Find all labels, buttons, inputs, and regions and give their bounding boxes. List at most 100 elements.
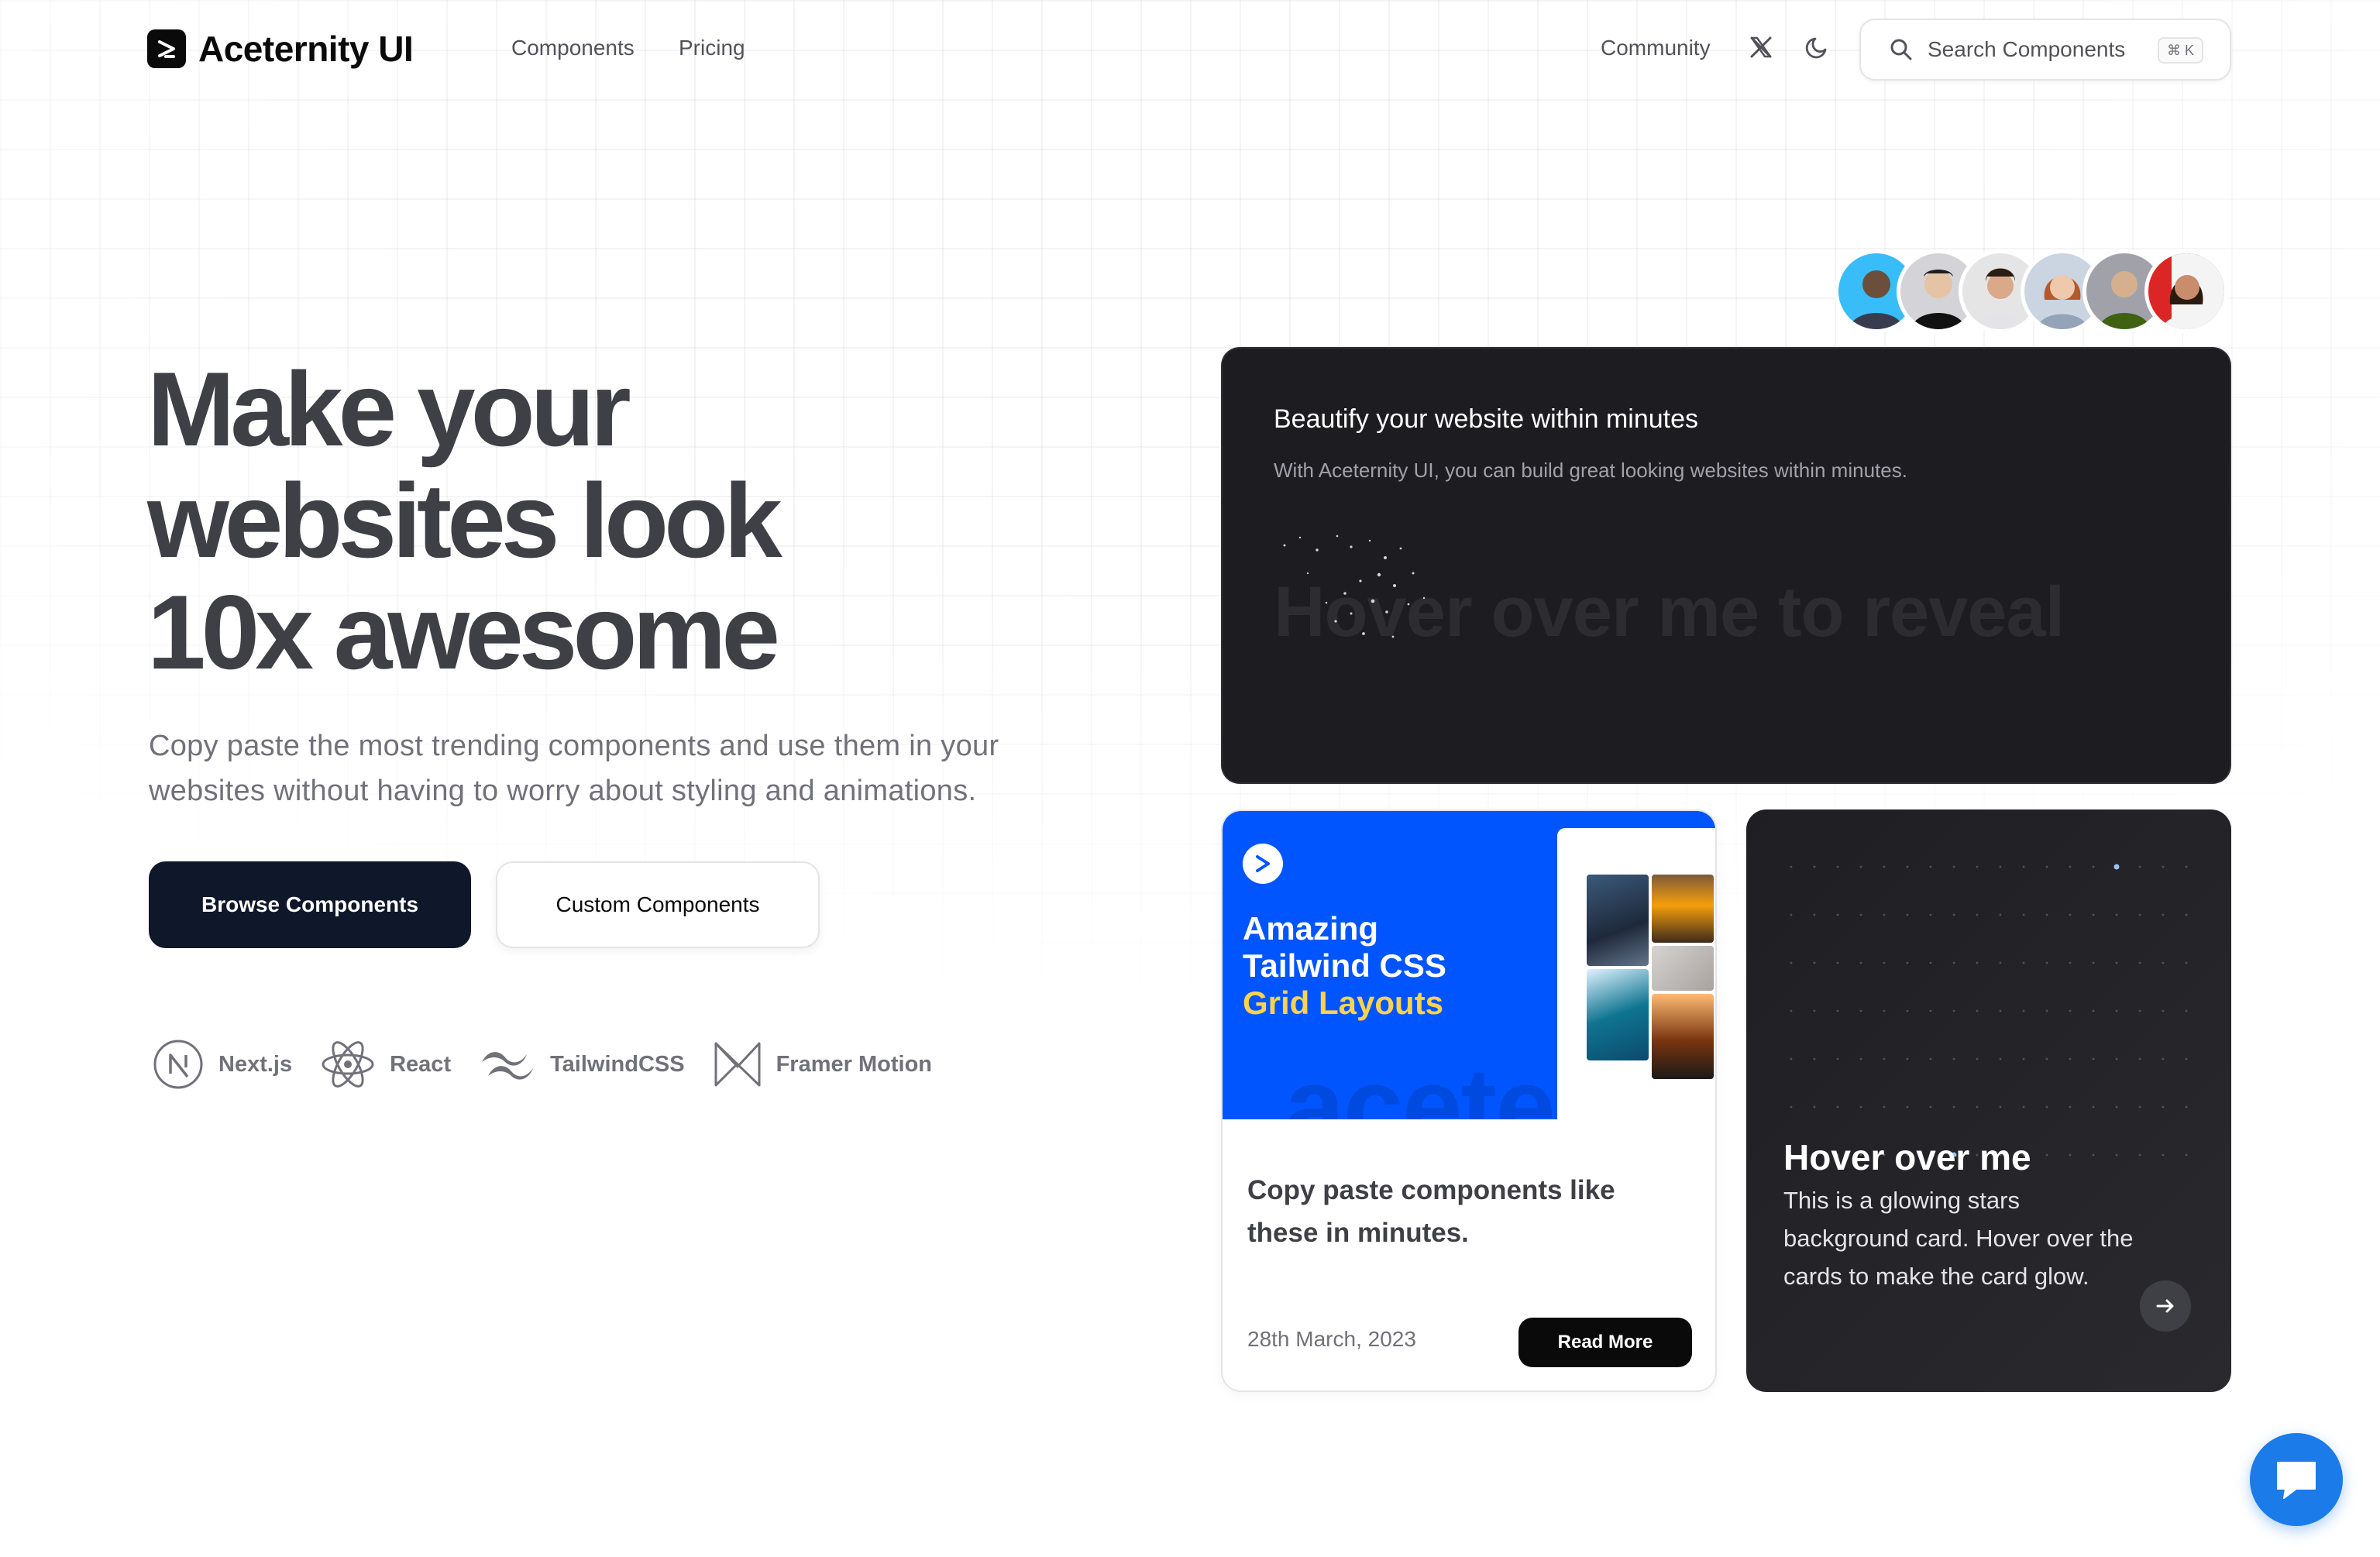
star-dot — [2022, 961, 2025, 964]
search-icon — [1890, 39, 1912, 60]
star-dot — [1929, 1057, 1932, 1060]
star-dot — [2138, 1105, 2141, 1108]
browse-components-button[interactable]: Browse Components — [149, 861, 471, 948]
blog-card[interactable]: Amazing Tailwind CSS Grid Layouts acete … — [1221, 809, 1717, 1392]
hero-title-line: websites look — [147, 462, 782, 579]
gallery-photo — [1652, 994, 1714, 1079]
star-dot — [1813, 1105, 1816, 1108]
star-dot — [2045, 961, 2048, 964]
star-dot — [1836, 913, 1839, 916]
blog-card-title: Copy paste components like these in minu… — [1247, 1175, 1615, 1248]
star-dot — [1790, 913, 1793, 916]
star-dot — [1906, 913, 1909, 916]
star-dot — [1999, 961, 2002, 964]
star-dot — [2162, 1009, 2165, 1012]
nav-link-pricing[interactable]: Pricing — [679, 36, 745, 60]
star-dot — [1976, 865, 1979, 868]
star-dot — [2069, 865, 2072, 868]
page: Aceternity UI Components Pricing Communi… — [0, 0, 2380, 1557]
avatar-group — [1835, 249, 2228, 333]
star-dot — [2022, 1057, 2025, 1060]
star-dot — [2138, 913, 2141, 916]
star-dot — [1836, 865, 1839, 868]
star-dot — [2045, 1057, 2048, 1060]
star-dot — [1883, 913, 1886, 916]
tech-react: React — [320, 1038, 451, 1091]
star-dot — [1859, 1057, 1862, 1060]
star-dot — [1952, 1057, 1955, 1060]
sparkles-decoration — [1283, 534, 1426, 638]
star-dot — [2069, 1057, 2072, 1060]
star-dot — [1929, 913, 1932, 916]
arrow-right-icon[interactable] — [2140, 1280, 2191, 1332]
star-dot — [1976, 913, 1979, 916]
star-dot — [2115, 961, 2118, 964]
star-dot — [2069, 913, 2072, 916]
star-dot — [1952, 961, 1955, 964]
glowing-star — [2113, 864, 2120, 870]
avatar[interactable] — [2144, 249, 2228, 333]
star-dot — [1836, 961, 1839, 964]
nav-link-components[interactable]: Components — [511, 36, 635, 60]
star-dot — [1859, 1009, 1862, 1012]
star-dot — [1859, 1105, 1862, 1108]
gallery-photo — [1587, 969, 1649, 1060]
nav-link-community[interactable]: Community — [1601, 36, 1711, 60]
blog-image-line: Tailwind CSS — [1243, 947, 1446, 984]
nextjs-icon — [153, 1040, 203, 1089]
reveal-card-description: With Aceternity UI, you can build great … — [1274, 459, 1907, 482]
star-dot — [1883, 1009, 1886, 1012]
blog-image-line: Amazing — [1243, 910, 1379, 947]
chat-support-button[interactable] — [2250, 1433, 2343, 1526]
star-dot — [2115, 1009, 2118, 1012]
star-dot — [2185, 961, 2188, 964]
star-dot — [1999, 1105, 2002, 1108]
hero-subtitle: Copy paste the most trending components … — [149, 730, 999, 807]
star-dot — [1883, 865, 1886, 868]
star-dot — [1790, 1009, 1793, 1012]
star-dot — [1859, 961, 1862, 964]
star-dot — [1976, 1009, 1979, 1012]
glowing-stars-card[interactable]: Hover over me This is a glowing stars ba… — [1746, 809, 2231, 1392]
star-dot — [1859, 913, 1862, 916]
star-dot — [1929, 1009, 1932, 1012]
blog-image-headline: Amazing Tailwind CSS Grid Layouts — [1243, 910, 1446, 1022]
star-dot — [1929, 1105, 1932, 1108]
star-dot — [1952, 865, 1955, 868]
tech-framer: Framer Motion — [713, 1040, 932, 1088]
star-dot — [1813, 865, 1816, 868]
star-dot — [2022, 913, 2025, 916]
star-dot — [2138, 1009, 2141, 1012]
star-dot — [1813, 913, 1816, 916]
star-dot — [1790, 961, 1793, 964]
star-dot — [1790, 1105, 1793, 1108]
star-dot — [1790, 865, 1793, 868]
brand-logo[interactable]: Aceternity UI — [147, 28, 414, 70]
blog-logo-icon — [1243, 844, 1283, 884]
brand-name: Aceternity UI — [198, 29, 414, 69]
star-dot — [2045, 913, 2048, 916]
search-input[interactable]: Search Components ⌘ K — [1859, 19, 2231, 81]
tech-label: TailwindCSS — [550, 1051, 685, 1077]
star-dot — [1813, 1009, 1816, 1012]
stars-card-description: This is a glowing stars background card.… — [1783, 1187, 2134, 1290]
star-dot — [2138, 865, 2141, 868]
star-grid-decoration — [1790, 864, 2188, 1157]
framer-motion-icon — [714, 1042, 761, 1087]
star-dot — [2138, 1057, 2141, 1060]
star-dot — [1906, 865, 1909, 868]
x-twitter-icon[interactable] — [1748, 34, 1774, 60]
gallery-photo — [1587, 875, 1649, 966]
custom-components-button[interactable]: Custom Components — [496, 861, 820, 948]
star-dot — [2185, 1057, 2188, 1060]
text-reveal-card[interactable]: Beautify your website within minutes Wit… — [1221, 347, 2231, 784]
tech-label: Framer Motion — [776, 1051, 932, 1077]
read-more-button[interactable]: Read More — [1518, 1318, 1692, 1367]
star-dot — [2069, 961, 2072, 964]
star-dot — [2092, 865, 2095, 868]
star-dot — [1836, 1009, 1839, 1012]
star-dot — [1813, 961, 1816, 964]
moon-icon[interactable] — [1804, 34, 1830, 60]
star-dot — [2022, 1105, 2025, 1108]
star-dot — [1999, 913, 2002, 916]
